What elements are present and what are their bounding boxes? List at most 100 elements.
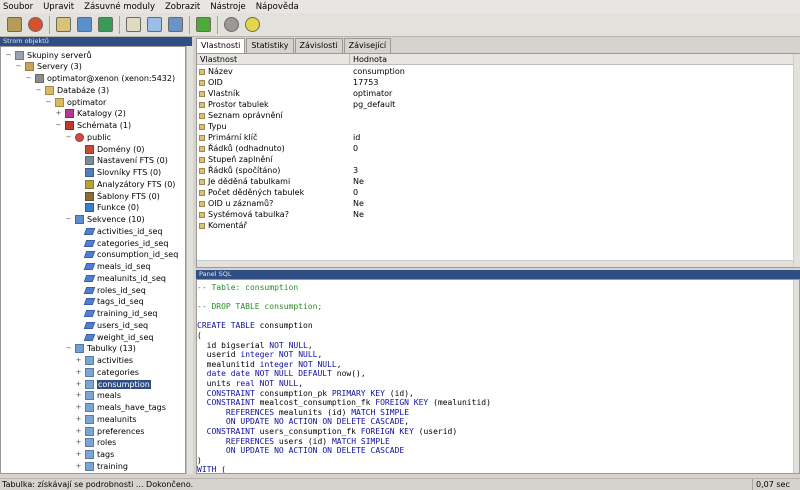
- column-header-property[interactable]: Vlastnost: [200, 55, 237, 64]
- tree-node[interactable]: + roles: [75, 437, 116, 449]
- expander-icon[interactable]: −: [55, 122, 62, 129]
- tree-node[interactable]: − Servery (3): [15, 61, 82, 73]
- expander-icon[interactable]: −: [5, 51, 12, 59]
- expander-icon[interactable]: +: [75, 439, 82, 446]
- sql-text[interactable]: -- Table: consumption -- DROP TABLE consu…: [197, 283, 491, 473]
- expander-icon[interactable]: +: [75, 451, 82, 458]
- properties-hscrollbar[interactable]: [197, 260, 793, 267]
- expander-icon[interactable]: −: [65, 345, 72, 352]
- menu-4[interactable]: Nástroje: [210, 2, 245, 12]
- grid-button[interactable]: [144, 15, 164, 35]
- property-row[interactable]: Vlastník optimator: [197, 89, 793, 100]
- tree-node[interactable]: + Katalogy (2): [55, 108, 126, 120]
- property-row[interactable]: Prostor tabulek pg_default: [197, 100, 793, 111]
- tree-node[interactable]: − Databáze (3): [35, 84, 109, 96]
- tree-node[interactable]: + mealunits: [75, 413, 137, 425]
- tree-node[interactable]: consumption_id_seq: [75, 249, 178, 261]
- refresh-button[interactable]: [25, 15, 45, 35]
- tree-node[interactable]: + preferences: [75, 425, 144, 437]
- tree-node[interactable]: Analyzátory FTS (0): [75, 178, 175, 190]
- tree-scrollbar[interactable]: [186, 46, 193, 474]
- property-row[interactable]: Je děděná tabulkami Ne: [197, 177, 793, 188]
- property-row[interactable]: Název consumption: [197, 67, 793, 78]
- tree-node[interactable]: + categories: [75, 366, 139, 378]
- help-button[interactable]: [242, 15, 262, 35]
- tree-node[interactable]: meals_id_seq: [75, 261, 150, 273]
- tree-node[interactable]: − Sekvence (10): [65, 214, 145, 226]
- menu-0[interactable]: Soubor: [3, 2, 33, 12]
- table-edit-button[interactable]: [165, 15, 185, 35]
- tree-node[interactable]: + consumption: [75, 378, 151, 390]
- tree-node[interactable]: Slovníky FTS (0): [75, 167, 161, 179]
- tree-node[interactable]: − public: [65, 131, 111, 143]
- sql-scrollbar[interactable]: [793, 280, 799, 473]
- tree-node[interactable]: − Tabulky (13): [65, 343, 136, 355]
- property-row[interactable]: Typu: [197, 122, 793, 133]
- sql-panel[interactable]: -- Table: consumption -- DROP TABLE consu…: [196, 279, 800, 474]
- tree-node[interactable]: activities_id_seq: [75, 225, 163, 237]
- tree-node[interactable]: Šablony FTS (0): [75, 190, 160, 202]
- menu-3[interactable]: Zobrazit: [165, 2, 200, 12]
- expander-icon[interactable]: −: [45, 98, 52, 106]
- menu-1[interactable]: Upravit: [43, 2, 74, 12]
- tree-node[interactable]: + training: [75, 460, 128, 472]
- expander-icon[interactable]: +: [55, 110, 62, 117]
- menu-2[interactable]: Zásuvné moduly: [84, 2, 155, 12]
- tree-node[interactable]: tags_id_seq: [75, 296, 144, 308]
- sql-button[interactable]: [123, 15, 143, 35]
- property-row[interactable]: Systémová tabulka? Ne: [197, 210, 793, 221]
- folder-button[interactable]: [53, 15, 73, 35]
- expander-icon[interactable]: −: [15, 63, 22, 70]
- property-row[interactable]: Komentář: [197, 221, 793, 232]
- tree-node[interactable]: + activities: [75, 355, 133, 367]
- tree-node[interactable]: Nastavení FTS (0): [75, 155, 168, 167]
- property-row[interactable]: Řádků (spočítáno) 3: [197, 166, 793, 177]
- expander-icon[interactable]: +: [75, 427, 82, 435]
- menu-5[interactable]: Nápověda: [256, 2, 299, 12]
- column-header-value[interactable]: Hodnota: [353, 55, 387, 64]
- tree-node[interactable]: users_id_seq: [75, 319, 148, 331]
- tab-3[interactable]: Závisející: [343, 38, 392, 53]
- tab-2[interactable]: Závislosti: [294, 38, 343, 53]
- expander-icon[interactable]: +: [75, 392, 82, 399]
- object-tree[interactable]: − Skupiny serverů − Servery (3) − optimator@x…: [0, 46, 186, 474]
- property-row[interactable]: OID 17753: [197, 78, 793, 89]
- tree-node[interactable]: mealunits_id_seq: [75, 272, 166, 284]
- tree-node[interactable]: − optimator: [45, 96, 106, 108]
- expander-icon[interactable]: +: [75, 462, 82, 470]
- expander-icon[interactable]: +: [75, 380, 82, 388]
- tree-node[interactable]: − optimator@xenon (xenon:5432): [25, 73, 175, 85]
- property-row[interactable]: OID u záznamů? Ne: [197, 199, 793, 210]
- plugin-button[interactable]: [193, 15, 213, 35]
- property-row[interactable]: Počet děděných tabulek 0: [197, 188, 793, 199]
- column-divider[interactable]: [349, 54, 350, 65]
- property-row[interactable]: Primární klíč id: [197, 133, 793, 144]
- expander-icon[interactable]: +: [75, 415, 82, 423]
- property-row[interactable]: Seznam oprávnění: [197, 111, 793, 122]
- expander-icon[interactable]: −: [65, 216, 72, 223]
- property-row[interactable]: Stupeň zaplnění: [197, 155, 793, 166]
- expander-icon[interactable]: +: [75, 404, 82, 411]
- expander-icon[interactable]: −: [25, 75, 32, 82]
- expander-icon[interactable]: −: [65, 133, 72, 141]
- tree-node[interactable]: training_id_seq: [75, 308, 157, 320]
- tree-node[interactable]: categories_id_seq: [75, 237, 168, 249]
- expander-icon[interactable]: +: [75, 357, 82, 364]
- expander-icon[interactable]: −: [35, 86, 42, 94]
- properties-scrollbar[interactable]: [793, 54, 800, 267]
- connect-button[interactable]: [4, 15, 24, 35]
- tree-node[interactable]: Domény (0): [75, 143, 144, 155]
- property-row[interactable]: Řádků (odhadnuto) 0: [197, 144, 793, 155]
- tree-node[interactable]: − Schémata (1): [55, 120, 131, 132]
- properties-button[interactable]: [74, 15, 94, 35]
- hint-button[interactable]: [221, 15, 241, 35]
- tree-node[interactable]: weight_id_seq: [75, 331, 153, 343]
- tree-node[interactable]: − Skupiny serverů: [5, 49, 92, 61]
- tree-node[interactable]: Funkce (0): [75, 202, 139, 214]
- tree-node[interactable]: + meals_have_tags: [75, 402, 166, 414]
- tree-node[interactable]: + tags: [75, 449, 114, 461]
- tab-1[interactable]: Statistiky: [246, 38, 294, 53]
- tab-0[interactable]: Vlastnosti: [196, 38, 246, 53]
- expander-icon[interactable]: +: [75, 368, 82, 376]
- tree-node[interactable]: roles_id_seq: [75, 284, 146, 296]
